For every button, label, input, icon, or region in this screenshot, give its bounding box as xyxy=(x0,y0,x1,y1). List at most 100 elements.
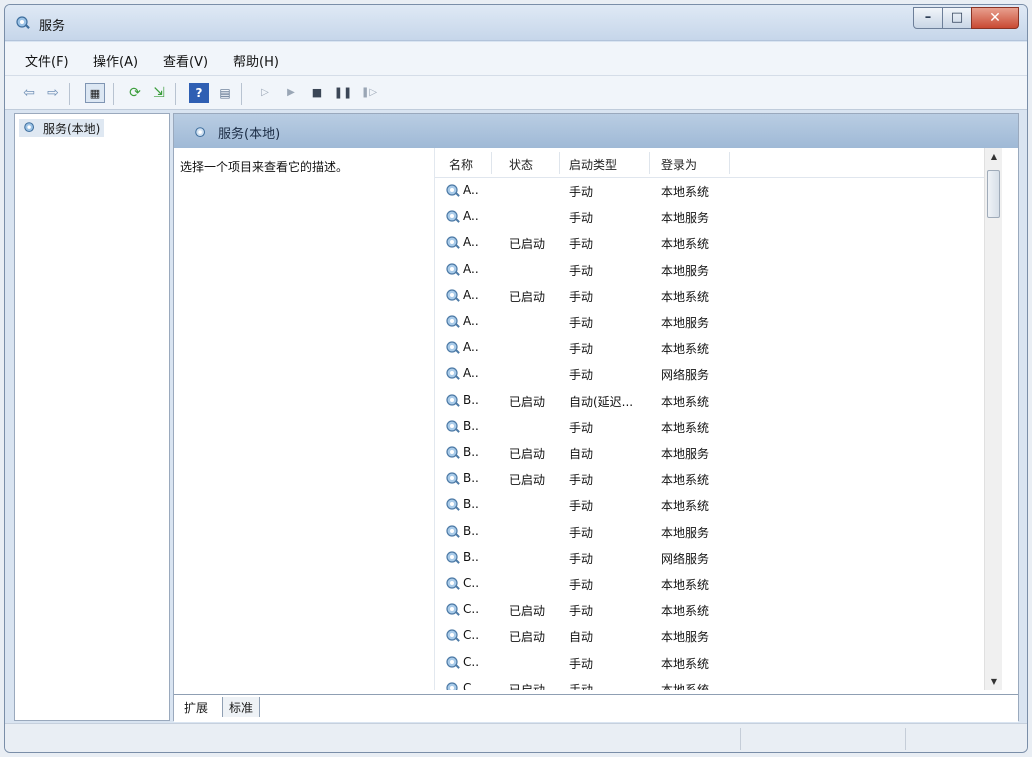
help-icon[interactable]: ? xyxy=(189,83,209,103)
service-row[interactable]: B.. 已启动 自动 本地服务 xyxy=(435,440,1002,466)
service-name: B.. xyxy=(463,445,479,459)
toolbar-separator xyxy=(241,83,242,105)
tree-item-services-local[interactable]: 服务(本地) xyxy=(19,119,105,137)
service-log-on-as: 本地系统 xyxy=(661,185,710,199)
refresh-icon[interactable]: ⟳ xyxy=(125,83,145,103)
service-status: 已启动 xyxy=(509,237,546,252)
restart-service-icon[interactable]: ❚▷ xyxy=(359,83,379,103)
title-bar[interactable]: 服务 – □ ✕ xyxy=(5,5,1027,41)
service-row[interactable]: A.. 手动 本地系统 xyxy=(435,178,1002,204)
column-header-status[interactable]: 状态 xyxy=(509,156,533,173)
service-row[interactable]: C.. 手动 本地系统 xyxy=(435,650,1002,676)
service-log-on-as: 本地系统 xyxy=(661,656,710,671)
back-arrow-icon[interactable]: ⇦ xyxy=(19,83,39,103)
menu-file[interactable]: 文件(F) xyxy=(25,51,69,70)
maximize-icon: □ xyxy=(950,10,964,25)
services-gear-icon xyxy=(16,16,30,29)
panel-header: 服务(本地) xyxy=(174,114,1018,148)
maximize-button[interactable]: □ xyxy=(942,7,972,29)
service-gear-icon xyxy=(446,655,460,669)
service-startup-type: 手动 xyxy=(569,237,594,252)
menu-help[interactable]: 帮助(H) xyxy=(233,51,279,70)
column-header-log-on-as[interactable]: 登录为 xyxy=(661,156,697,173)
service-row[interactable]: C.. 已启动 手动 本地系统 xyxy=(435,676,1002,690)
service-row[interactable]: B.. 手动 本地系统 xyxy=(435,492,1002,518)
service-row[interactable]: A.. 已启动 手动 本地系统 xyxy=(435,230,1002,256)
service-status: 已启动 xyxy=(509,473,546,488)
toolbar-separator xyxy=(175,83,176,105)
service-row[interactable]: A.. 手动 本地系统 xyxy=(435,335,1002,361)
menu-view[interactable]: 查看(V) xyxy=(163,51,208,70)
toolbar-separator xyxy=(69,83,70,105)
scrollbar-thumb[interactable] xyxy=(987,170,1000,218)
service-status: 已启动 xyxy=(509,289,546,304)
status-separator xyxy=(905,728,906,750)
stop-service-icon[interactable]: ■ xyxy=(307,83,327,103)
service-gear-icon xyxy=(446,551,460,564)
service-row[interactable]: C.. 手动 本地系统 xyxy=(435,571,1002,597)
column-header-name[interactable]: 名称 xyxy=(449,156,473,173)
column-separator[interactable] xyxy=(649,152,650,174)
pause-service-icon[interactable]: ❚❚ xyxy=(333,83,353,103)
service-row[interactable]: B.. 手动 网络服务 xyxy=(435,545,1002,571)
service-startup-type: 自动(延迟... xyxy=(569,394,634,409)
close-button[interactable]: ✕ xyxy=(971,7,1019,29)
service-row[interactable]: A.. 手动 本地服务 xyxy=(435,309,1002,335)
minimize-button[interactable]: – xyxy=(913,7,943,29)
services-list: 名称 状态 启动类型 登录为 A.. 手动 本地系统 A.. 手动 本地服务 A.. 已启动手… xyxy=(434,148,1002,690)
service-gear-icon xyxy=(446,629,460,643)
scroll-down-icon[interactable]: ▼ xyxy=(985,677,1002,686)
start-service-icon[interactable]: ▷ xyxy=(255,83,275,103)
service-gear-icon xyxy=(446,420,460,433)
scroll-up-icon[interactable]: ▲ xyxy=(985,152,1002,161)
service-log-on-as: 本地系统 xyxy=(661,499,710,514)
tab-standard[interactable]: 标准 xyxy=(222,697,261,717)
column-separator[interactable] xyxy=(491,152,492,174)
service-gear-icon xyxy=(446,341,460,355)
services-gear-icon xyxy=(195,126,206,137)
service-row[interactable]: C.. 已启动 手动 本地系统 xyxy=(435,597,1002,623)
service-row[interactable]: B.. 手动 本地服务 xyxy=(435,519,1002,545)
service-status: 已启动 xyxy=(509,630,546,645)
service-row[interactable]: A.. 手动 本地服务 xyxy=(435,204,1002,230)
show-hide-tree-icon[interactable]: ▦ xyxy=(85,83,105,103)
service-name: A.. xyxy=(463,287,479,302)
services-panel: 服务(本地) 选择一个项目来查看它的描述。 名称 状态 启动类型 登录为 A..… xyxy=(173,113,1019,722)
service-log-on-as: 本地系统 xyxy=(661,578,710,592)
service-row[interactable]: B.. 已启动 手动 本地系统 xyxy=(435,466,1002,492)
service-gear-icon xyxy=(446,577,460,590)
vertical-scrollbar[interactable]: ▲ ▼ xyxy=(984,148,1002,690)
export-list-icon[interactable]: ⇲ xyxy=(149,83,169,103)
column-separator[interactable] xyxy=(729,152,730,174)
service-row[interactable]: A.. 手动 本地服务 xyxy=(435,257,1002,283)
close-icon: ✕ xyxy=(989,10,1001,26)
service-gear-icon xyxy=(446,682,460,690)
service-row[interactable]: B.. 手动 本地系统 xyxy=(435,414,1002,440)
column-header-startup-type[interactable]: 启动类型 xyxy=(569,156,617,173)
forward-arrow-icon[interactable]: ⇨ xyxy=(43,83,63,103)
panel-header-title: 服务(本地) xyxy=(218,127,281,142)
service-name: B.. xyxy=(463,392,479,407)
service-log-on-as: 本地系统 xyxy=(661,420,710,435)
service-row[interactable]: C.. 已启动 自动 本地服务 xyxy=(435,623,1002,649)
service-startup-type: 手动 xyxy=(569,656,594,671)
service-row[interactable]: A.. 手动 网络服务 xyxy=(435,361,1002,387)
service-row[interactable]: A.. 已启动 手动 本地系统 xyxy=(435,283,1002,309)
service-status: 已启动 xyxy=(509,394,546,409)
tab-extended[interactable]: 扩展 xyxy=(178,697,215,717)
properties-icon[interactable]: ▤ xyxy=(215,83,235,103)
toolbar: ⇦ ⇨ ▦ ⟳ ⇲ ? ▤ ▷ ▶ ■ ❚❚ ❚▷ xyxy=(5,76,1027,110)
column-separator[interactable] xyxy=(559,152,560,174)
service-log-on-as: 本地服务 xyxy=(661,447,710,461)
service-row[interactable]: B.. 已启动 自动(延迟... 本地系统 xyxy=(435,388,1002,414)
service-startup-type: 自动 xyxy=(569,630,594,645)
tree-item-label: 服务(本地) xyxy=(43,121,101,136)
menu-action[interactable]: 操作(A) xyxy=(93,51,138,70)
service-gear-icon xyxy=(446,603,460,617)
start-service-alt-icon[interactable]: ▶ xyxy=(281,83,301,103)
service-gear-icon xyxy=(446,367,460,381)
service-log-on-as: 本地系统 xyxy=(661,473,710,488)
service-log-on-as: 本地系统 xyxy=(661,682,710,690)
service-name: B.. xyxy=(463,497,479,512)
list-header: 名称 状态 启动类型 登录为 xyxy=(435,148,1002,178)
